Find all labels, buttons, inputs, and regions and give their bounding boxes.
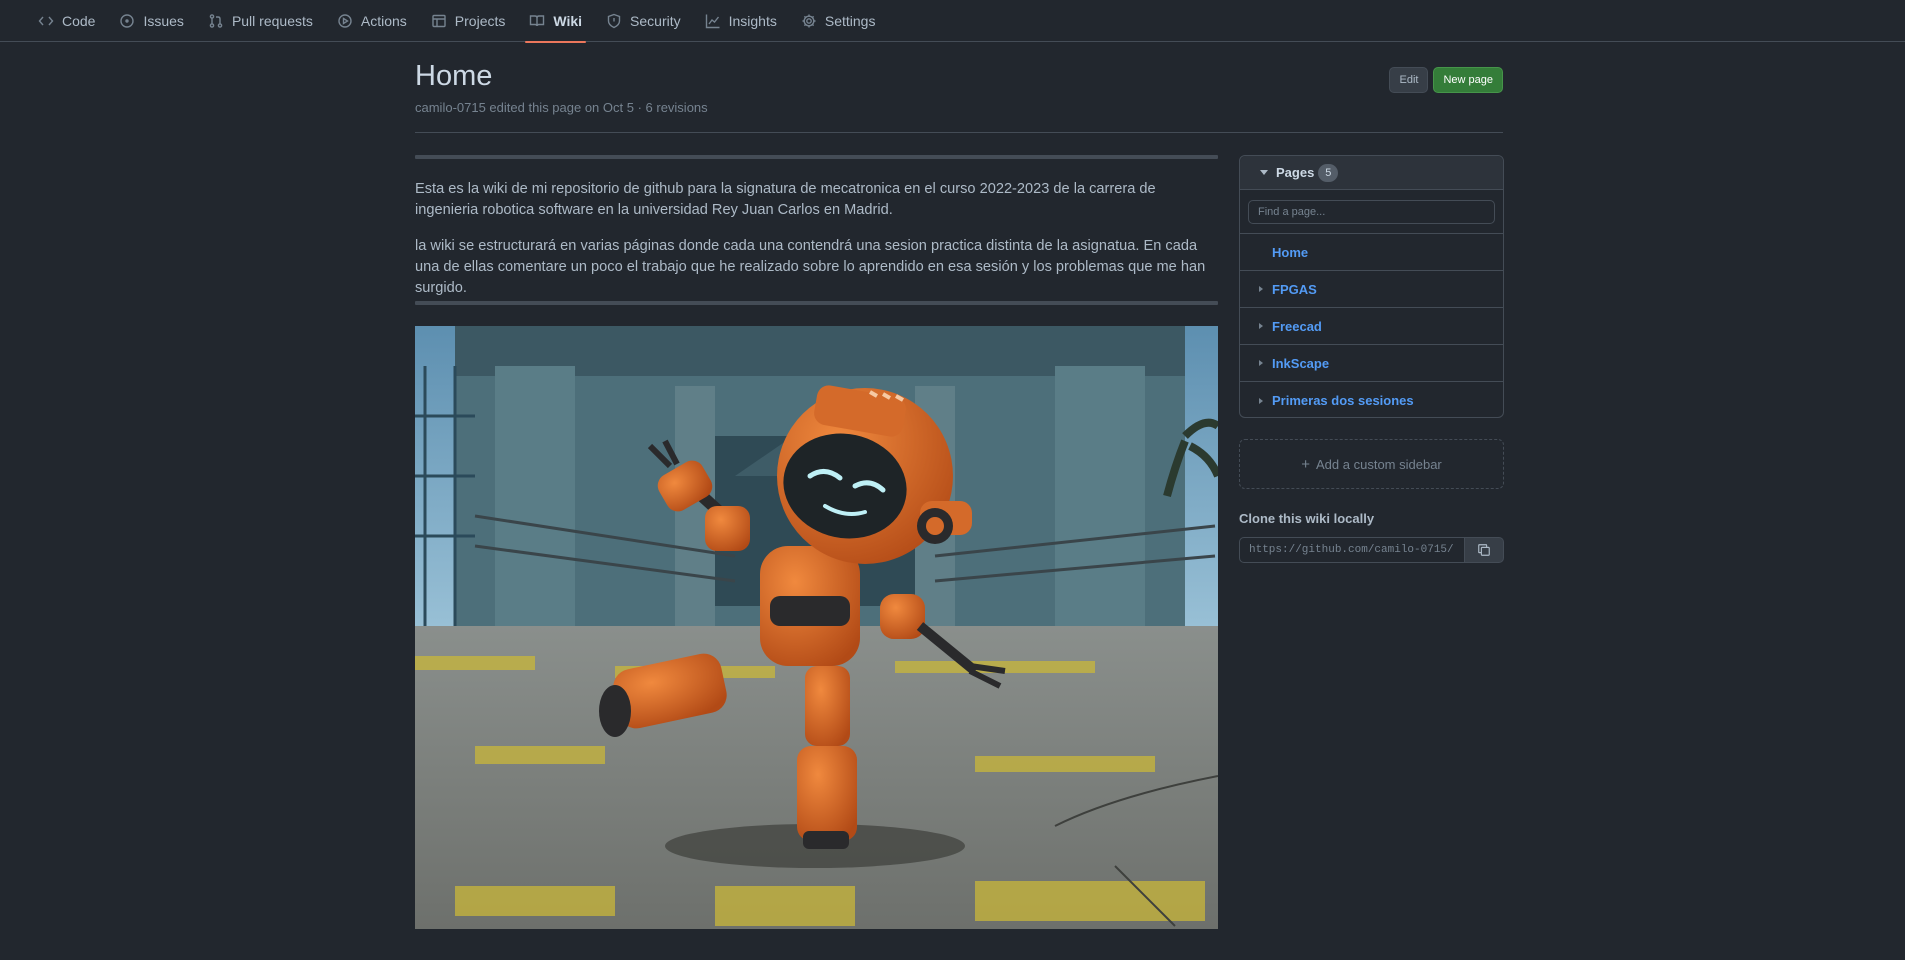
clone-url-input[interactable] (1239, 537, 1465, 563)
page-meta[interactable]: camilo-0715 edited this page on Oct 5 · … (415, 100, 708, 115)
tab-actions[interactable]: Actions (325, 0, 419, 42)
tab-pull-requests[interactable]: Pull requests (196, 0, 325, 42)
find-page-wrap (1240, 190, 1503, 234)
tab-issues[interactable]: Issues (107, 0, 195, 42)
sidebar-page-fpgas[interactable]: FPGAS (1240, 271, 1503, 308)
code-icon (38, 16, 54, 26)
robot-hero-image (415, 326, 1218, 929)
header-actions: Edit New page (1389, 67, 1503, 93)
content-divider-bottom (415, 301, 1218, 305)
pull-request-icon (209, 14, 223, 28)
intro-paragraph: Esta es la wiki de mi repositorio de git… (415, 181, 1156, 218)
header-divider (415, 132, 1503, 133)
sidebar-page-label: Home (1272, 244, 1309, 260)
sidebar-page-label: Primeras dos sesiones (1272, 393, 1414, 408)
pages-title: Pages (1276, 165, 1315, 180)
tab-label: Wiki (553, 13, 583, 29)
tab-insights[interactable]: Insights (693, 0, 789, 42)
shield-icon (607, 13, 621, 29)
sidebar-page-freecad[interactable]: Freecad (1240, 308, 1503, 345)
copy-button[interactable] (1465, 537, 1504, 563)
repo-nav: Code Issues Pull requests Actions Projec… (0, 0, 1905, 43)
tab-projects[interactable]: Projects (419, 0, 518, 42)
tab-label: Projects (454, 13, 506, 29)
tab-label: Actions (360, 13, 407, 29)
clone-title: Clone this wiki locally (1239, 511, 1375, 526)
copy-icon (1478, 544, 1490, 556)
structure-paragraph: la wiki se estructurará en varias página… (415, 238, 1206, 296)
issue-icon (120, 14, 135, 28)
tab-wiki[interactable]: Wiki (517, 0, 594, 43)
tab-security[interactable]: Security (594, 0, 693, 42)
add-sidebar-label: Add a custom sidebar (1316, 456, 1442, 472)
tab-label: Issues (143, 13, 184, 29)
plus-icon: + (1301, 455, 1311, 473)
book-icon (530, 15, 545, 27)
content-divider-top (415, 155, 1218, 159)
tab-label: Insights (728, 13, 777, 29)
sidebar-page-label: Freecad (1272, 318, 1322, 334)
pages-panel: Pages 5 Home FPGAS Freecad InkScape Prim… (1239, 155, 1504, 418)
triangle-right-icon[interactable] (1259, 286, 1263, 292)
tab-label: Security (630, 13, 681, 29)
page-title: Home (415, 60, 493, 92)
new-page-button[interactable]: New page (1433, 67, 1503, 93)
tab-label: Pull requests (231, 13, 313, 29)
edit-button[interactable]: Edit (1389, 67, 1429, 93)
clone-row (1239, 537, 1504, 563)
tab-settings[interactable]: Settings (789, 0, 888, 42)
tab-label: Settings (824, 13, 876, 29)
tab-label: Code (62, 13, 96, 29)
find-page-input[interactable] (1248, 199, 1495, 224)
play-icon (338, 14, 352, 28)
pages-header[interactable]: Pages 5 (1240, 156, 1503, 190)
sidebar-page-label: FPGAS (1272, 281, 1317, 297)
add-custom-sidebar-button[interactable]: + Add a custom sidebar (1239, 439, 1504, 489)
caret-down-icon (1260, 170, 1268, 175)
graph-icon (705, 14, 720, 29)
triangle-right-icon[interactable] (1259, 397, 1263, 404)
sidebar-page-home[interactable]: Home (1240, 234, 1503, 271)
sidebar-page-inkscape[interactable]: InkScape (1240, 345, 1503, 382)
tab-code[interactable]: Code (26, 0, 107, 42)
pages-count-badge: 5 (1318, 163, 1339, 182)
gear-icon (802, 14, 816, 28)
sidebar-page-label: InkScape (1272, 355, 1330, 371)
sidebar-page-primeras-dos-sesiones[interactable]: Primeras dos sesiones (1240, 382, 1503, 419)
triangle-right-icon[interactable] (1259, 360, 1263, 366)
table-icon (432, 14, 446, 28)
triangle-right-icon[interactable] (1259, 323, 1263, 329)
